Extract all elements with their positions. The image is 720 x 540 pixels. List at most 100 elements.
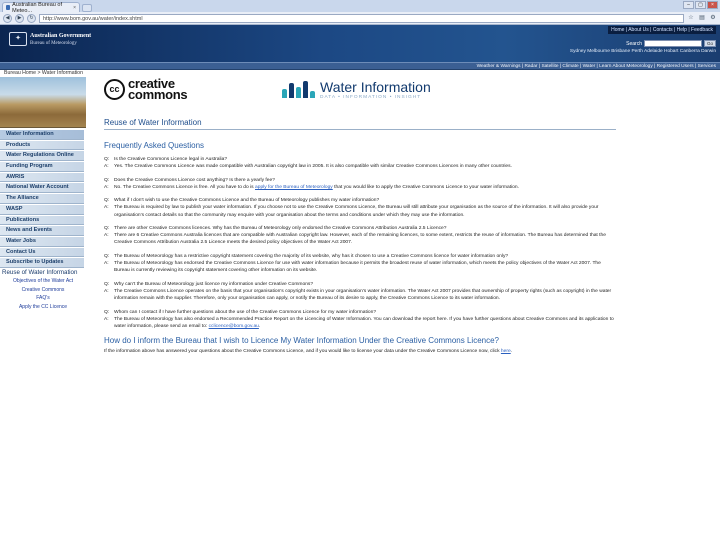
window-controls: – ▢ ×	[683, 1, 718, 9]
close-window-button[interactable]: ×	[707, 1, 718, 9]
faq-question: Whom can I contact if I have further que…	[114, 309, 377, 315]
answer-label: A:	[104, 184, 109, 190]
new-tab-button[interactable]	[82, 4, 92, 12]
licence-text: If the information above has answered yo…	[104, 349, 501, 355]
sidebar-item[interactable]: Water Jobs	[0, 236, 84, 247]
answer-label: A:	[104, 164, 109, 170]
question-label: Q:	[104, 177, 110, 183]
answer-label: A:	[104, 288, 109, 294]
maximize-button[interactable]: ▢	[695, 1, 706, 9]
government-title: Australian Government	[30, 33, 92, 39]
favicon-icon	[6, 5, 11, 10]
site-header: ✦ Australian Government Bureau of Meteor…	[0, 25, 720, 62]
sidebar-item[interactable]: Publications	[0, 215, 84, 226]
main-content: cc creative commons Water Information DA…	[104, 74, 616, 355]
main-navigation[interactable]: Weather & Warnings | Radar | Satellite |…	[0, 62, 720, 70]
water-information-tagline: DATA • INFORMATION • INSIGHT	[320, 94, 422, 100]
question-label: Q:	[104, 253, 110, 259]
sidebar-item[interactable]: Water Information	[0, 130, 84, 140]
sidebar-item[interactable]: The Alliance	[0, 194, 84, 204]
faq-question: Why can't the Bureau of Meteorology just…	[114, 281, 314, 287]
sidebar-sub-links: Objectives of the Water Act Creative Comm…	[0, 278, 86, 310]
sidebar-sub-link[interactable]: Apply the CC Licence	[0, 304, 86, 310]
wrench-icon[interactable]: ⚙	[709, 14, 717, 22]
faq-answer: The Bureau of Meteorology has endorsed t…	[114, 261, 601, 274]
licence-instructions: If the information above has answered yo…	[104, 348, 616, 355]
licence-heading: How do I inform the Bureau that I wish t…	[104, 336, 499, 346]
faq-answer-end: that you would like to apply the Creativ…	[332, 184, 519, 190]
creative-commons-logo: cc creative commons	[104, 77, 188, 102]
sidebar-section-title: Reuse of Water Information	[2, 268, 78, 276]
faq-answer: The Bureau is required by law to publish…	[114, 205, 599, 218]
question-label: Q:	[104, 309, 110, 315]
tab-close-icon[interactable]: ×	[73, 5, 76, 11]
question-label: Q:	[104, 198, 110, 204]
government-crest-icon[interactable]: ✦	[9, 32, 27, 46]
page-title: Reuse of Water Information	[104, 118, 202, 127]
faq-question: What if I don't wish to use the Creative…	[114, 198, 380, 204]
cc-wordmark-line2: commons	[128, 87, 188, 102]
browser-tab[interactable]: Australian Bureau of Meteo... ×	[2, 1, 80, 14]
sidebar-item[interactable]: Contact Us	[0, 247, 84, 258]
question-label: Q:	[104, 281, 110, 287]
faq-question: Does the Creative Commons Licence cost a…	[114, 177, 275, 183]
sidebar-sub-link[interactable]: Creative Commons	[0, 287, 86, 293]
browser-toolbar: ◀ ▶ ↻ http://www.bom.gov.au/water/index.…	[0, 12, 720, 25]
answer-label: A:	[104, 261, 109, 267]
landscape-banner-image	[0, 77, 86, 128]
faq-answer: Yes. The Creative Commons Licence was ma…	[114, 164, 512, 170]
water-information-logo: Water Information DATA • INFORMATION • I…	[280, 80, 431, 100]
sidebar-item[interactable]: Funding Program	[0, 162, 84, 172]
sidebar-sub-link[interactable]: FAQ's	[0, 295, 86, 301]
bureau-title: Bureau of Meteorology	[30, 41, 77, 46]
sidebar-item[interactable]: Water Regulations Online	[0, 151, 84, 162]
search-input[interactable]	[644, 40, 702, 47]
faq-item: Q: The Bureau of Meteorology has a restri…	[104, 253, 616, 274]
answer-label: A:	[104, 316, 109, 322]
faq-answer: The Creative Commons Licence operates on…	[114, 288, 612, 301]
page-menu-icon[interactable]: ▤	[698, 14, 706, 22]
faq-answer-end: .	[258, 323, 261, 329]
faq-item: Q: Does the Creative Commons Licence cost…	[104, 177, 616, 191]
sidebar-nav: Water Information Products Water Regulatio…	[0, 130, 86, 268]
water-information-title: Water Information	[320, 78, 431, 95]
faq-answer-link[interactable]: apply for the Bureau of Meteorology	[255, 185, 333, 190]
address-bar[interactable]: http://www.bom.gov.au/water/index.shtml	[39, 13, 684, 23]
answer-label: A:	[104, 205, 109, 211]
licence-text-end: .	[510, 349, 513, 355]
licence-here-link[interactable]: here	[501, 349, 511, 354]
city-links[interactable]: Sydney Melbourne Brisbane Perth Adelaide…	[570, 49, 716, 54]
faq-answer-link[interactable]: cclicence@bom.gov.au	[209, 324, 259, 329]
minimize-button[interactable]: –	[683, 1, 694, 9]
faq-answer: No. The Creative Commons Licence is free…	[114, 184, 255, 190]
answer-label: A:	[104, 233, 109, 239]
tab-title: Australian Bureau of Meteo...	[12, 1, 62, 14]
logo-row: cc creative commons Water Information DA…	[104, 74, 616, 114]
faq-answer: There are 6 Creative Commons Australia l…	[114, 233, 606, 246]
reload-icon[interactable]: ↻	[27, 13, 36, 23]
search-button[interactable]: Go	[704, 40, 716, 47]
title-divider	[104, 129, 616, 130]
star-icon[interactable]: ☆	[687, 14, 695, 22]
search-label: Search	[626, 40, 642, 47]
faq-item: Q: What if I don't wish to use the Creati…	[104, 197, 616, 218]
sidebar-item[interactable]: AWRIS	[0, 172, 84, 183]
sidebar-item[interactable]: National Water Account	[0, 183, 84, 194]
back-arrow-icon[interactable]: ◀	[3, 13, 12, 23]
utility-links[interactable]: Home | About Us | Contacts | Help | Feed…	[608, 26, 716, 34]
sidebar: Water Information Products Water Regulatio…	[0, 77, 86, 310]
breadcrumb[interactable]: Bureau Home > Water Information	[4, 70, 83, 76]
cc-wordmark: creative commons	[128, 77, 188, 102]
question-label: Q:	[104, 226, 110, 232]
sidebar-item[interactable]: Products	[0, 140, 84, 151]
browser-tab-strip: Australian Bureau of Meteo... × – ▢ ×	[0, 0, 720, 14]
water-bars-icon	[280, 80, 316, 100]
faq-heading: Frequently Asked Questions	[104, 141, 205, 150]
sidebar-item[interactable]: News and Events	[0, 226, 84, 236]
faq-item: Q: Is the Creative Commons Licence legal …	[104, 156, 616, 170]
forward-arrow-icon[interactable]: ▶	[15, 13, 24, 23]
faq-item: Q: Why can't the Bureau of Meteorology ju…	[104, 281, 616, 302]
sidebar-item[interactable]: Subscribe to Updates	[0, 258, 84, 268]
sidebar-item[interactable]: WASP	[0, 204, 84, 215]
sidebar-sub-link[interactable]: Objectives of the Water Act	[0, 278, 86, 284]
